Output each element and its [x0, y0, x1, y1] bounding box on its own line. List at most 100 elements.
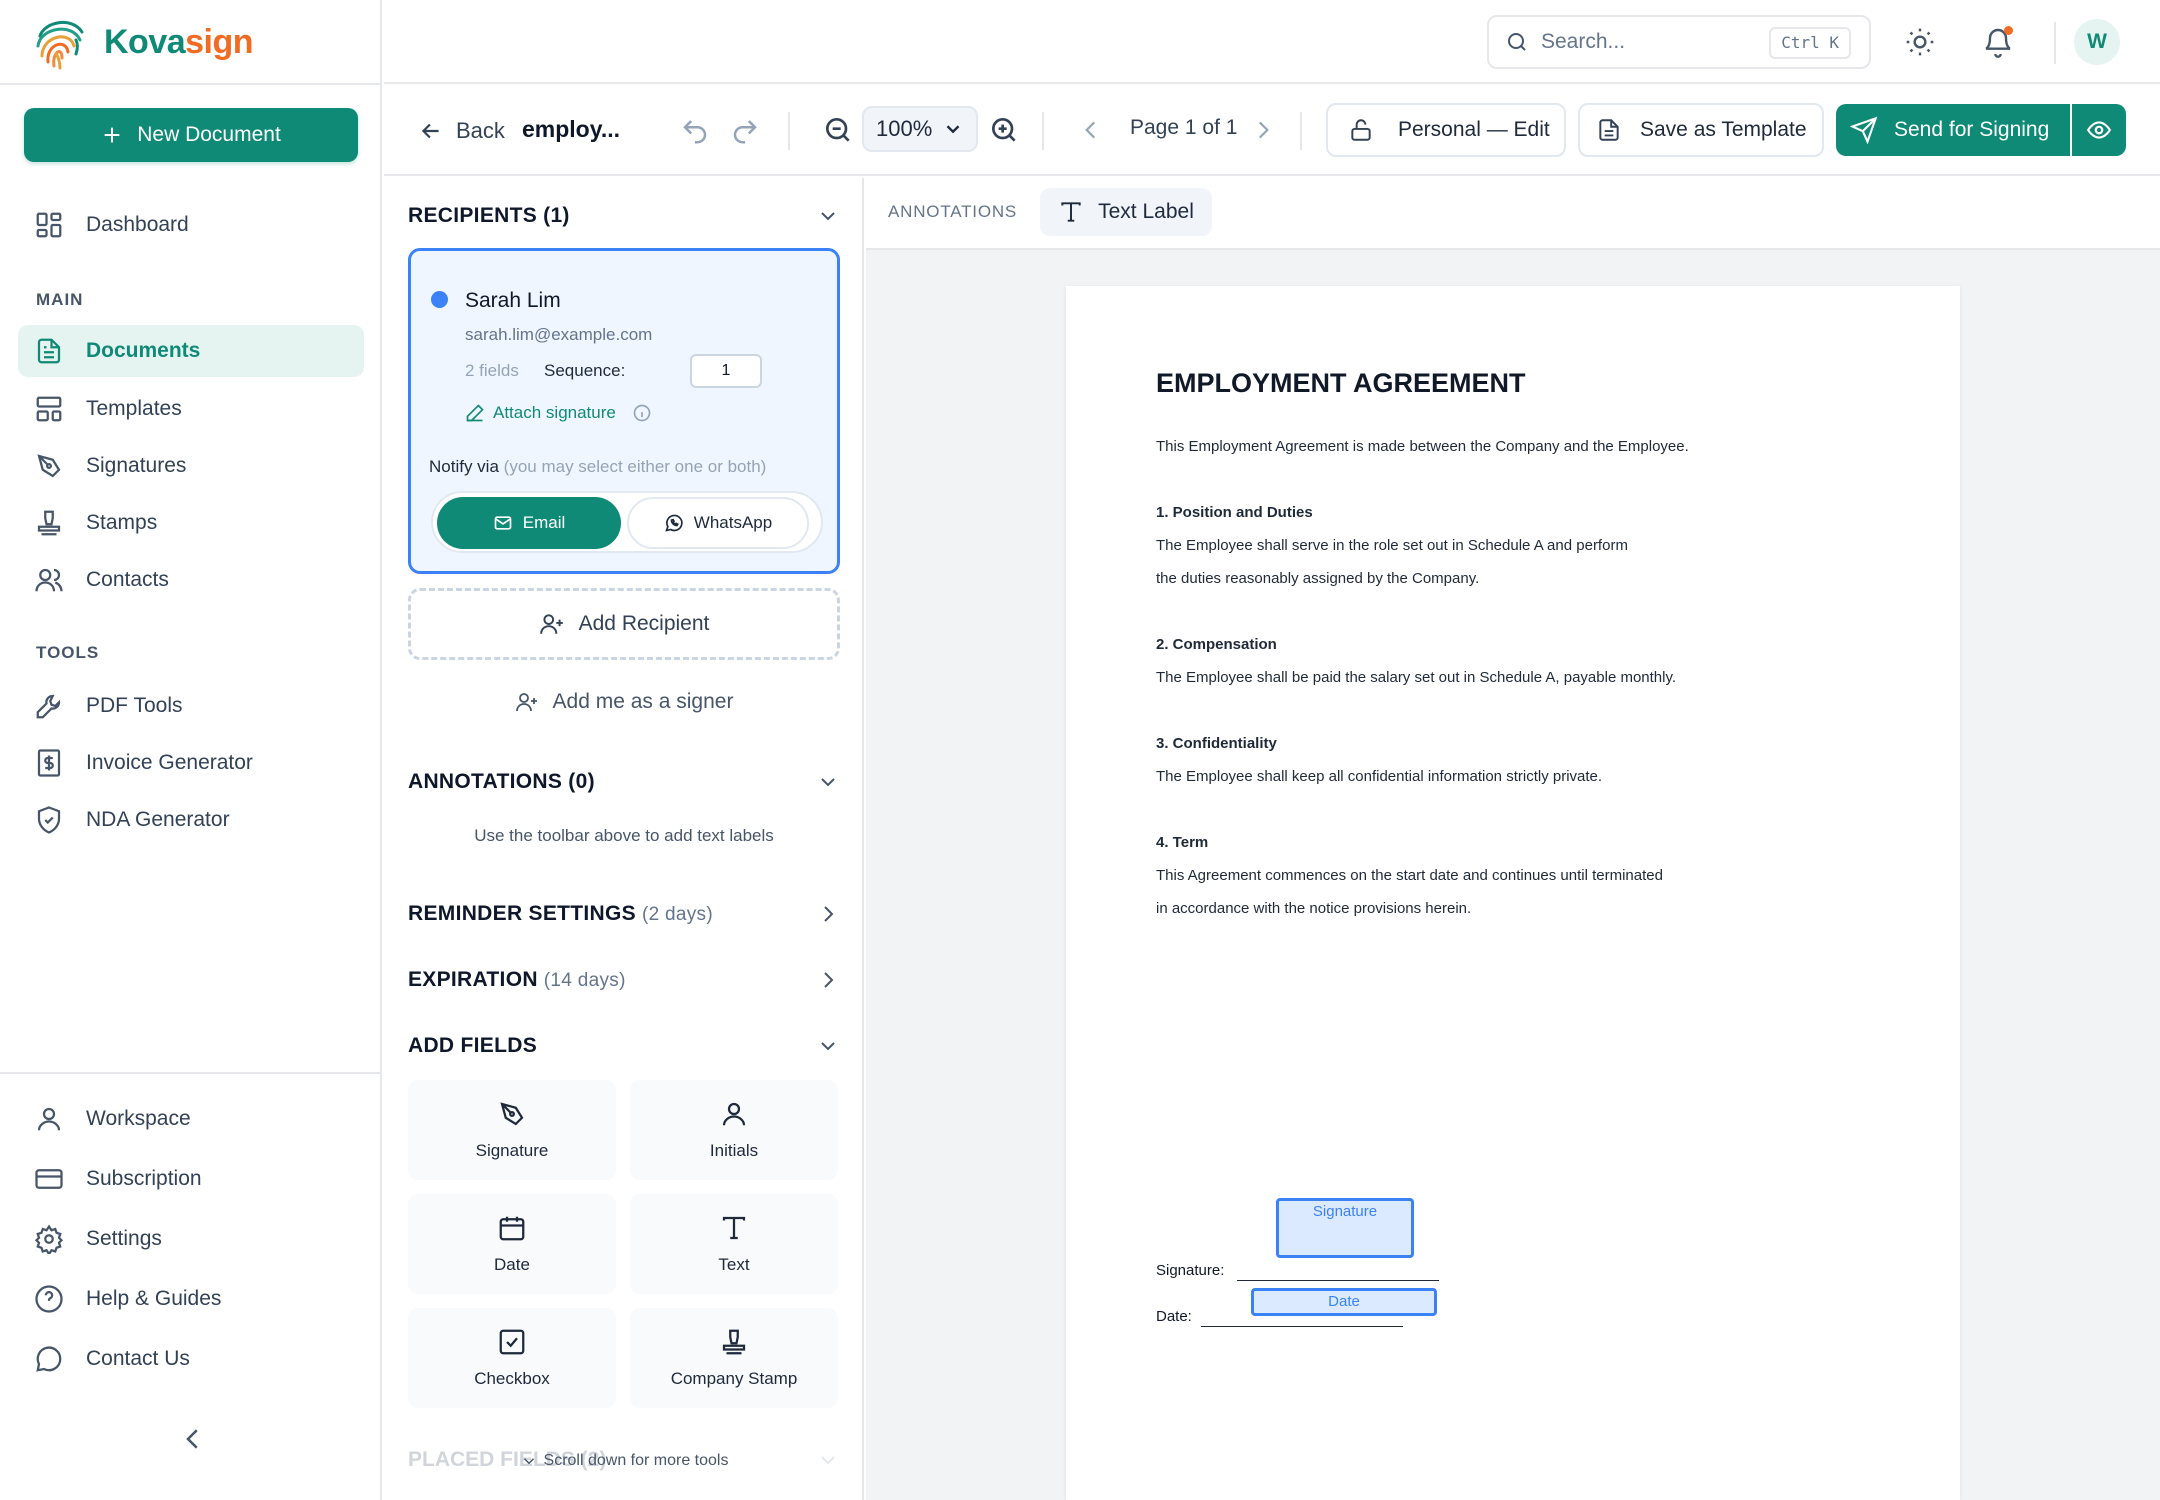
chevron-down-icon — [821, 778, 835, 787]
notify-channel-toggle: Email WhatsApp — [431, 491, 823, 553]
search-input[interactable]: Search... Ctrl K — [1487, 15, 1871, 69]
annotations-section-header[interactable]: ANNOTATIONS (0) — [408, 770, 840, 794]
sidebar-item-settings[interactable]: Settings — [18, 1213, 364, 1265]
divider — [0, 83, 382, 85]
notify-hint: (you may select either one or both) — [503, 457, 767, 476]
sidebar-item-label: Settings — [86, 1227, 162, 1250]
whatsapp-icon — [664, 514, 683, 532]
document-title: employ... — [522, 116, 620, 142]
divider — [2054, 22, 2056, 64]
info-icon[interactable] — [632, 403, 652, 423]
sidebar-item-contacts[interactable]: Contacts — [18, 554, 364, 606]
brand-logo[interactable]: Kovasign — [32, 14, 254, 70]
collapse-sidebar-icon[interactable] — [178, 1424, 208, 1454]
recipients-section-header[interactable]: RECIPIENTS (1) — [408, 204, 840, 228]
attach-signature-link[interactable]: Attach signature — [465, 403, 652, 423]
reminder-heading: REMINDER SETTINGS (2 days) — [408, 902, 713, 926]
new-document-button[interactable]: New Document — [24, 108, 358, 162]
expiration-header[interactable]: EXPIRATION (14 days) — [408, 968, 840, 992]
sidebar-item-label: PDF Tools — [86, 694, 183, 717]
field-label: Date — [494, 1255, 530, 1274]
add-recipient-button[interactable]: Add Recipient — [408, 588, 840, 660]
section-heading-main: MAIN — [36, 290, 84, 309]
field-signature[interactable]: Signature — [408, 1080, 616, 1180]
save-as-template-button[interactable]: Save as Template — [1578, 103, 1824, 157]
field-checkbox[interactable]: Checkbox — [408, 1308, 616, 1408]
sidebar-item-nda-generator[interactable]: NDA Generator — [18, 794, 364, 846]
sidebar-item-stamps[interactable]: Stamps — [18, 497, 364, 549]
doc-paragraph-line: The Employee shall keep all confidential… — [1156, 768, 1603, 785]
sidebar-item-contact-us[interactable]: Contact Us — [18, 1333, 364, 1385]
sidebar-item-signatures[interactable]: Signatures — [18, 440, 364, 492]
field-initials[interactable]: Initials — [630, 1080, 838, 1180]
sun-icon[interactable] — [1904, 26, 1936, 58]
chevron-left-icon[interactable] — [1078, 117, 1104, 143]
annotations-hint: Use the toolbar above to add text labels — [474, 826, 774, 845]
section-heading-tools: TOOLS — [36, 643, 100, 662]
field-label: Text — [718, 1255, 750, 1274]
users-icon — [35, 568, 63, 592]
sidebar-item-documents[interactable]: Documents — [18, 325, 364, 377]
sidebar-item-label: Signatures — [86, 454, 187, 477]
back-button[interactable]: Back — [418, 114, 505, 148]
stamp-icon — [37, 510, 61, 536]
document-page[interactable]: EMPLOYMENT AGREEMENT This Employment Agr… — [1066, 286, 1960, 1500]
annotations-label: ANNOTATIONS — [888, 202, 1018, 221]
permission-button[interactable]: Personal — Edit — [1326, 103, 1566, 157]
sidebar-item-subscription[interactable]: Subscription — [18, 1153, 364, 1205]
sidebar-item-label: Contacts — [86, 568, 169, 591]
notify-email-option[interactable]: Email — [437, 497, 621, 549]
sidebar-item-invoice-generator[interactable]: Invoice Generator — [18, 737, 364, 789]
fingerprint-logo-icon — [36, 21, 84, 70]
sidebar-item-label: Templates — [86, 397, 182, 420]
field-company-stamp[interactable]: Company Stamp — [630, 1308, 838, 1408]
zoom-select[interactable]: 100% — [862, 106, 978, 152]
recipient-name: Sarah Lim — [465, 289, 561, 312]
zoom-in-icon[interactable] — [988, 114, 1020, 146]
document-toolbar: Back employ... 100% Page 1 of 1 Personal… — [384, 86, 2160, 176]
send-for-signing-button[interactable]: Send for Signing — [1836, 104, 2070, 156]
sidebar-item-pdf-tools[interactable]: PDF Tools — [18, 680, 364, 732]
sidebar-item-label: NDA Generator — [86, 808, 230, 831]
sidebar-item-help[interactable]: Help & Guides — [18, 1273, 364, 1325]
annotations-title: ANNOTATIONS (0) — [408, 770, 595, 793]
preview-button[interactable] — [2072, 104, 2126, 156]
add-fields-header[interactable]: ADD FIELDS — [408, 1034, 840, 1058]
sidebar-item-label: Help & Guides — [86, 1287, 222, 1310]
undo-icon[interactable] — [680, 116, 710, 146]
whatsapp-option-label: WhatsApp — [693, 513, 773, 532]
chevron-down-icon — [523, 1458, 534, 1465]
document-canvas: ANNOTATIONS Text Label EMPLOYMENT AGREEM… — [866, 178, 2160, 1500]
chevron-down-icon — [821, 212, 835, 221]
placed-date-field[interactable]: Date — [1251, 1288, 1437, 1316]
sidebar-item-dashboard[interactable]: Dashboard — [18, 199, 364, 251]
sequence-input[interactable]: 1 — [690, 354, 762, 388]
arrow-left-icon — [421, 123, 439, 139]
reminder-settings-header[interactable]: REMINDER SETTINGS (2 days) — [408, 902, 840, 926]
chevron-right-icon — [824, 906, 834, 922]
sidebar-item-templates[interactable]: Templates — [18, 383, 364, 435]
stamp-icon — [722, 1329, 746, 1355]
add-me-label: Add me as a signer — [552, 690, 734, 713]
recipient-field-count: 2 fields — [465, 361, 519, 380]
sidebar-item-label: Workspace — [86, 1107, 191, 1130]
add-me-as-signer-button[interactable]: Add me as a signer — [408, 682, 840, 722]
recipient-email: sarah.lim@example.com — [465, 325, 653, 344]
sidebar: Kovasign New Document Dashboard MAIN Doc… — [0, 0, 382, 1500]
calendar-icon — [499, 1216, 525, 1241]
redo-icon[interactable] — [730, 116, 760, 146]
user-avatar[interactable]: W — [2074, 19, 2120, 65]
notify-whatsapp-option[interactable]: WhatsApp — [627, 497, 809, 549]
type-icon — [722, 1216, 746, 1240]
chevron-right-icon[interactable] — [1250, 117, 1276, 143]
placed-signature-field[interactable]: Signature — [1276, 1198, 1414, 1258]
text-label-button[interactable]: Text Label — [1040, 188, 1212, 236]
doc-section-title: 2. Compensation — [1156, 636, 1277, 653]
field-date[interactable]: Date — [408, 1194, 616, 1294]
recipient-card[interactable]: Sarah Lim sarah.lim@example.com 2 fields… — [408, 248, 840, 574]
field-text[interactable]: Text — [630, 1194, 838, 1294]
zoom-out-icon[interactable] — [822, 114, 854, 146]
recipient-status-dot — [431, 291, 448, 308]
sidebar-item-workspace[interactable]: Workspace — [18, 1093, 364, 1145]
dashboard-icon — [36, 212, 62, 238]
